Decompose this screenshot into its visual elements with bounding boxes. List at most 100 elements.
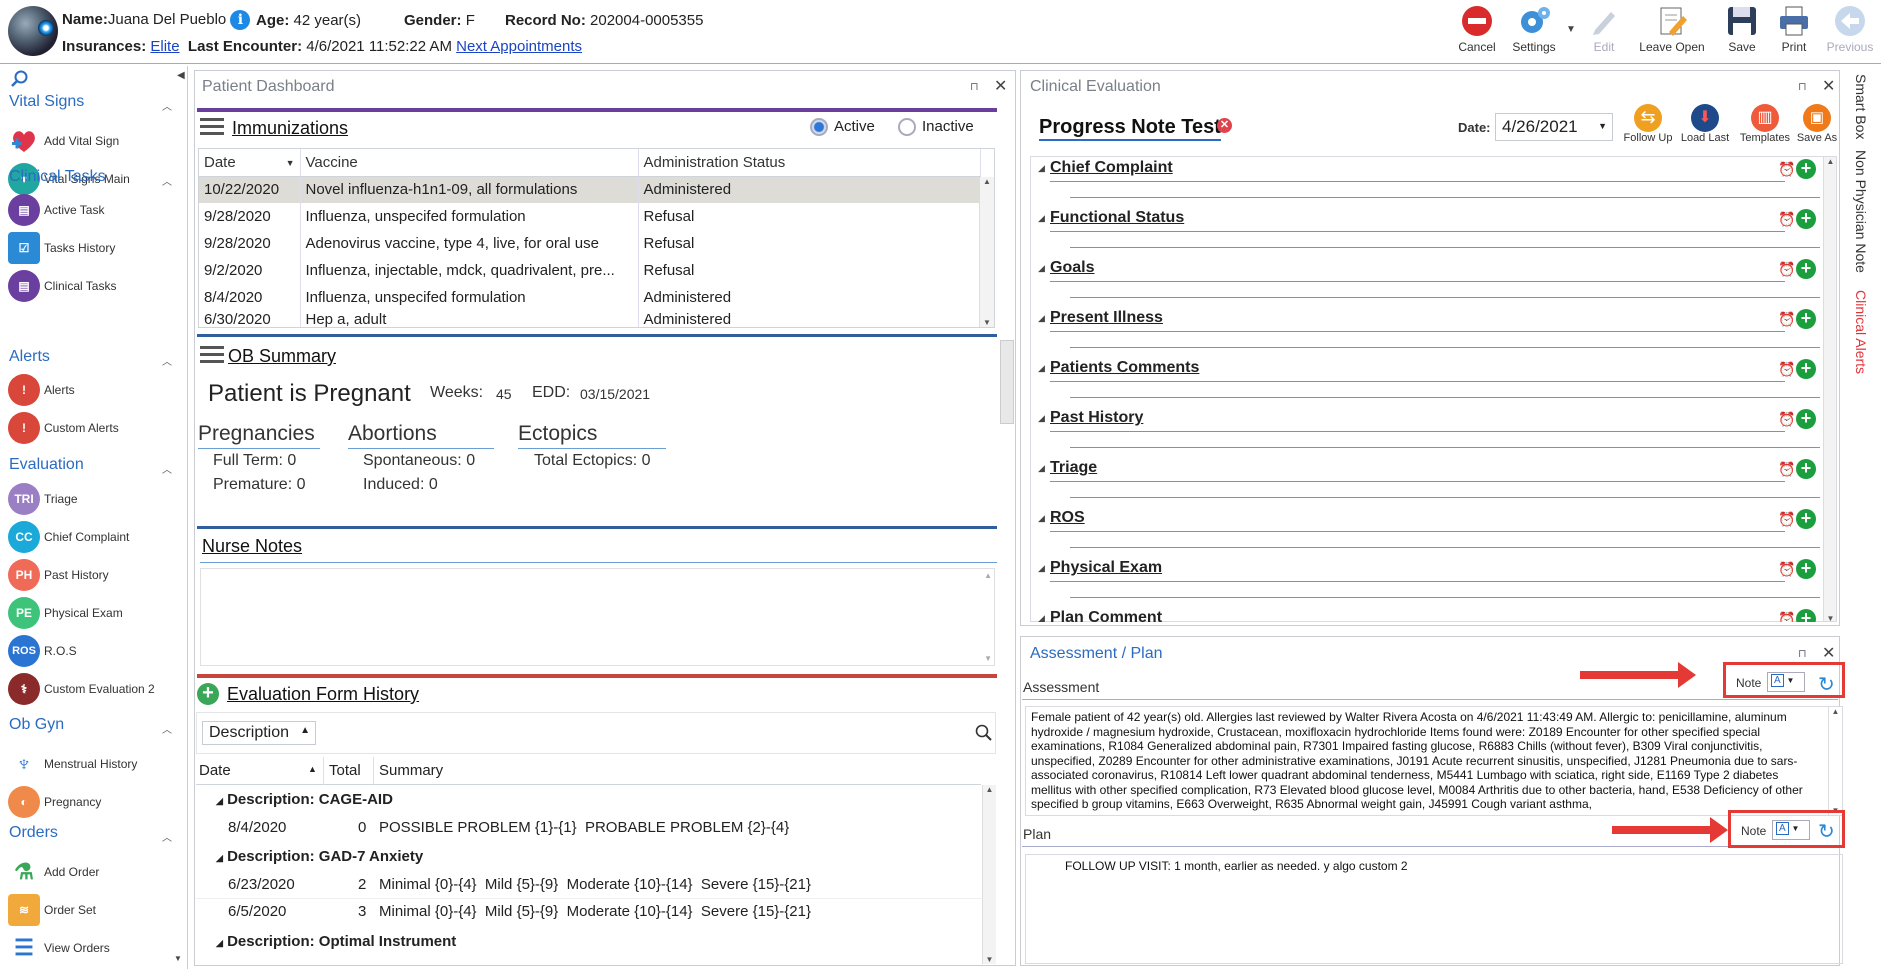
collapse-triangle-icon[interactable]: ◢	[1038, 163, 1045, 174]
clinical-section-row[interactable]: ◢ Patients Comments ⏰ +	[1038, 359, 1822, 399]
add-circle-icon[interactable]: +	[1796, 509, 1816, 529]
eval-history-title[interactable]: Evaluation Form History	[227, 684, 419, 705]
alarm-clock-icon[interactable]: ⏰	[1778, 161, 1795, 178]
tab-smart-box[interactable]: Smart Box	[1853, 74, 1869, 139]
scroll-up-icon[interactable]: ▲	[980, 177, 994, 186]
collapse-triangle-icon[interactable]: ◢	[1038, 363, 1045, 374]
tab-clinical-alerts[interactable]: Clinical Alerts	[1853, 290, 1869, 374]
nurse-notes-title[interactable]: Nurse Notes	[202, 536, 302, 557]
chevron-up-icon[interactable]: ︿	[162, 721, 172, 736]
pin-icon[interactable]: ⊓	[1798, 647, 1807, 660]
collapse-triangle-icon[interactable]: ◢	[1038, 213, 1045, 224]
add-circle-icon[interactable]: +	[1796, 609, 1816, 622]
section-clinical-tasks[interactable]: Clinical Tasks	[9, 168, 106, 186]
sidebar-item-triage[interactable]: TRI Triage	[8, 483, 78, 515]
chevron-up-icon[interactable]: ︿	[162, 98, 172, 113]
next-appointments-link[interactable]: Next Appointments	[456, 38, 582, 55]
sidebar-item-order-set[interactable]: ≋ Order Set	[8, 894, 96, 926]
scroll-down-icon[interactable]: ▼	[1824, 614, 1836, 621]
collapse-triangle-icon[interactable]: ◢	[1038, 463, 1045, 474]
table-row[interactable]: 9/28/2020 Influenza, unspecifed formulati…	[199, 203, 981, 230]
collapse-triangle-icon[interactable]: ◢	[1038, 563, 1045, 574]
sidebar-item-custom-evaluation[interactable]: ⚕ Custom Evaluation 2	[8, 673, 155, 705]
column-header-date[interactable]: Date ▼	[199, 149, 301, 177]
section-label[interactable]: Triage	[1050, 459, 1097, 477]
hamburger-menu-icon[interactable]	[200, 346, 224, 369]
clinical-section-row[interactable]: ◢ ROS ⏰ +	[1038, 509, 1822, 549]
immunizations-scrollbar[interactable]: ▲ ▼	[979, 177, 994, 327]
section-field-line[interactable]	[1070, 597, 1820, 598]
alarm-clock-icon[interactable]: ⏰	[1778, 261, 1795, 278]
info-icon[interactable]: i	[230, 10, 251, 30]
chevron-up-icon[interactable]: ︿	[162, 829, 172, 844]
templates-button[interactable]: ▥ Templates	[1735, 104, 1795, 144]
section-label[interactable]: Patients Comments	[1050, 359, 1199, 377]
sidebar-item-menstrual-history[interactable]: ♆ Menstrual History	[8, 748, 137, 780]
sidebar-item-clinical-tasks[interactable]: ▤ Clinical Tasks	[8, 270, 116, 302]
scroll-down-icon[interactable]: ▼	[984, 654, 992, 663]
save-button[interactable]: Save	[1720, 4, 1764, 60]
section-vital-signs[interactable]: Vital Signs	[9, 93, 84, 111]
date-picker[interactable]: 4/26/2021 ▼	[1495, 113, 1613, 141]
plan-textarea[interactable]: FOLLOW UP VISIT: 1 month, earlier as nee…	[1025, 854, 1843, 964]
add-circle-icon[interactable]: +	[1796, 459, 1816, 479]
dashboard-scrollbar[interactable]	[1000, 340, 1014, 424]
remove-note-icon[interactable]: ✕	[1217, 118, 1232, 133]
pin-icon[interactable]: ⊓	[970, 80, 979, 93]
inactive-radio[interactable]: Inactive	[898, 118, 974, 137]
add-circle-icon[interactable]: +	[1796, 409, 1816, 429]
add-evaluation-icon[interactable]: +	[197, 683, 219, 705]
section-label[interactable]: Goals	[1050, 259, 1094, 277]
sidebar-item-custom-alerts[interactable]: ! Custom Alerts	[8, 412, 119, 444]
table-row[interactable]: 6/30/2020 Hep a, adult Administered	[199, 311, 981, 327]
alarm-clock-icon[interactable]: ⏰	[1778, 611, 1795, 622]
clinical-section-row[interactable]: ◢ Plan Comment ⏰ +	[1038, 609, 1822, 622]
sidebar-item-active-task[interactable]: ▤ Active Task	[8, 194, 104, 226]
section-field-line[interactable]	[1070, 247, 1820, 248]
close-icon[interactable]: ✕	[1822, 643, 1835, 663]
table-row[interactable]: 8/4/2020 0 POSSIBLE PROBLEM {1}-{1} PROB…	[196, 814, 981, 842]
alarm-clock-icon[interactable]: ⏰	[1778, 511, 1795, 528]
section-label[interactable]: Present Illness	[1050, 309, 1163, 327]
collapse-triangle-icon[interactable]: ◢	[1038, 613, 1045, 622]
nurse-notes-textarea[interactable]: ▲ ▼	[200, 568, 995, 666]
add-circle-icon[interactable]: +	[1796, 359, 1816, 379]
chevron-up-icon[interactable]: ︿	[162, 173, 172, 188]
print-button[interactable]: Print	[1772, 4, 1816, 60]
search-icon[interactable]	[975, 724, 992, 746]
section-label[interactable]: Plan Comment	[1050, 609, 1162, 622]
insurance-link[interactable]: Elite	[150, 38, 179, 55]
column-header-status[interactable]: Administration Status	[638, 149, 981, 177]
clinical-section-row[interactable]: ◢ Functional Status ⏰ +	[1038, 209, 1822, 249]
collapse-triangle-icon[interactable]: ◢	[1038, 413, 1045, 424]
section-field-line[interactable]	[1070, 297, 1820, 298]
collapse-triangle-icon[interactable]: ◢	[1038, 263, 1045, 274]
section-field-line[interactable]	[1070, 347, 1820, 348]
assessment-scrollbar[interactable]: ▲ ▼	[1828, 707, 1842, 815]
sidebar-item-chief-complaint[interactable]: CC Chief Complaint	[8, 521, 129, 553]
settings-dropdown-icon[interactable]: ▼	[1566, 24, 1576, 35]
table-row[interactable]: 8/4/2020 Influenza, unspecifed formulatio…	[199, 284, 981, 311]
alarm-clock-icon[interactable]: ⏰	[1778, 461, 1795, 478]
clinical-section-row[interactable]: ◢ Goals ⏰ +	[1038, 259, 1822, 299]
add-circle-icon[interactable]: +	[1796, 559, 1816, 579]
search-icon[interactable]	[10, 70, 28, 93]
alarm-clock-icon[interactable]: ⏰	[1778, 561, 1795, 578]
assessment-textarea[interactable]: Female patient of 42 year(s) old. Allerg…	[1025, 706, 1843, 816]
cancel-button[interactable]: Cancel	[1455, 4, 1499, 60]
clinical-section-row[interactable]: ◢ Triage ⏰ +	[1038, 459, 1822, 499]
section-ob-gyn[interactable]: Ob Gyn	[9, 716, 64, 734]
collapse-sidebar-icon[interactable]: ◀	[177, 70, 185, 81]
eval-history-scrollbar[interactable]: ▲ ▼	[982, 785, 996, 964]
add-circle-icon[interactable]: +	[1796, 159, 1816, 179]
sidebar-item-ros[interactable]: ROS R.O.S	[8, 635, 77, 667]
section-label[interactable]: Past History	[1050, 409, 1143, 427]
clinical-section-row[interactable]: ◢ Physical Exam ⏰ +	[1038, 559, 1822, 599]
alarm-clock-icon[interactable]: ⏰	[1778, 411, 1795, 428]
section-label[interactable]: Physical Exam	[1050, 559, 1162, 577]
scroll-up-icon[interactable]: ▲	[1824, 157, 1836, 166]
clinical-scrollbar[interactable]: ▲ ▼	[1823, 157, 1836, 621]
table-row[interactable]: 6/5/2020 3 Minimal {0}-{4} Mild {5}-{9} …	[196, 898, 981, 926]
sidebar-item-physical-exam[interactable]: PE Physical Exam	[8, 597, 123, 629]
sidebar-item-past-history[interactable]: PH Past History	[8, 559, 109, 591]
